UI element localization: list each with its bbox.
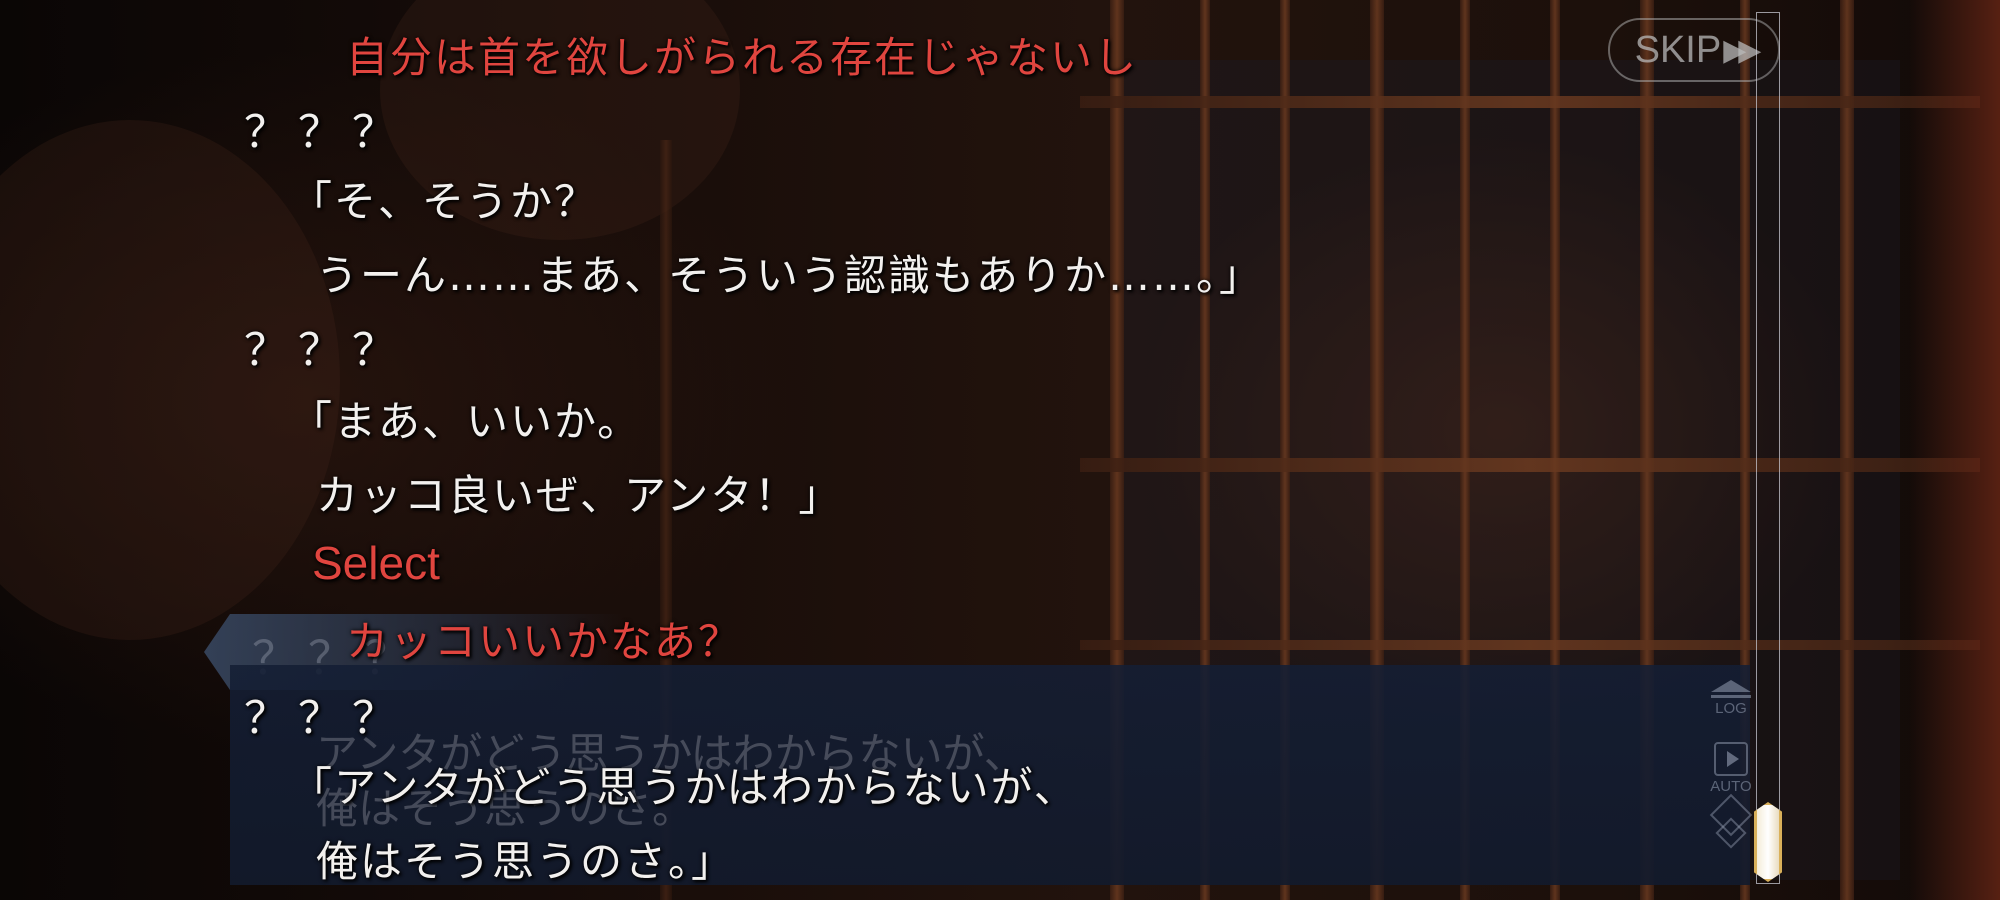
auto-label: AUTO bbox=[1710, 778, 1752, 795]
log-scrollbar-thumb[interactable] bbox=[1754, 802, 1782, 882]
log-label: LOG bbox=[1715, 700, 1747, 717]
skip-label: SKIP bbox=[1634, 28, 1722, 71]
log-speaker-name: ？？？ bbox=[244, 325, 406, 376]
log-dialogue-line: 「まあ、いいか。 bbox=[290, 397, 642, 446]
auto-button[interactable]: AUTO bbox=[1706, 742, 1756, 800]
log-icon-line bbox=[1711, 695, 1751, 698]
log-choice-line: 自分は首を欲しがられる存在じゃないし bbox=[346, 33, 1139, 82]
log-dialogue-line: 俺はそう思うのさ。」 bbox=[316, 837, 736, 886]
log-icon bbox=[1711, 680, 1751, 692]
log-dialogue-line: 「アンタがどう思うかはわからないが、 bbox=[290, 763, 1078, 812]
log-choice-line: カッコいいかなあ？ bbox=[346, 617, 743, 666]
curtain bbox=[1910, 0, 2000, 900]
log-speaker-name: ？？？ bbox=[244, 693, 406, 744]
log-dialogue-line: カッコ良いぜ、アンタ！」 bbox=[316, 471, 843, 520]
log-scrollbar-track[interactable] bbox=[1756, 12, 1780, 884]
menu-button[interactable] bbox=[1706, 793, 1756, 860]
play-icon bbox=[1714, 742, 1748, 776]
fast-forward-icon: ▶▶ bbox=[1723, 33, 1761, 67]
log-dialogue-line: 「そ、そうか？ bbox=[290, 177, 599, 226]
skip-button[interactable]: SKIP ▶▶ bbox=[1608, 18, 1780, 82]
backlog-panel[interactable]: 自分は首を欲しがられる存在じゃないし ？？？ 「そ、そうか？ うーん……まあ、そ… bbox=[0, 0, 1740, 900]
log-button[interactable]: LOG bbox=[1706, 680, 1756, 730]
log-speaker-name: ？？？ bbox=[244, 107, 406, 158]
log-dialogue-line: うーん……まあ、そういう認識もありか……。」 bbox=[316, 251, 1264, 300]
log-select-header: Select bbox=[312, 537, 440, 589]
